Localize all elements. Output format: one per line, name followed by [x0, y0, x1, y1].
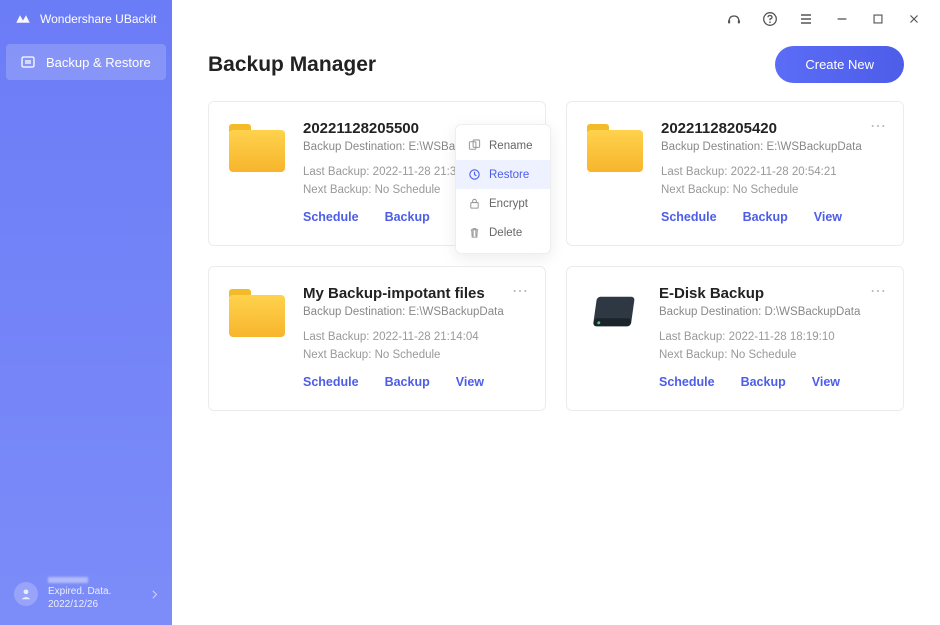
backup-cards-grid: 20221128205500Backup Destination: E:\WSB…	[172, 101, 940, 411]
close-icon[interactable]	[906, 11, 922, 27]
context-menu-label: Delete	[489, 227, 522, 239]
backup-card: 20221128205420 Backup Destination: E:\WSB…	[566, 101, 904, 246]
card-action-view[interactable]: View	[456, 375, 484, 389]
card-action-backup[interactable]: Backup	[743, 210, 788, 224]
context-menu-label: Encrypt	[489, 198, 528, 210]
trash-icon	[468, 226, 481, 239]
folder-icon	[229, 289, 285, 337]
backup-card: E-Disk Backup Backup Destination: D:\WSBa…	[566, 266, 904, 411]
sidebar-item-backup-restore[interactable]: Backup & Restore	[6, 44, 166, 80]
card-next-backup: Next Backup: No Schedule	[659, 346, 883, 364]
folder-icon	[587, 124, 643, 172]
context-menu-label: Restore	[489, 169, 529, 181]
card-title: My Backup-impotant files	[303, 285, 525, 302]
context-menu-label: Rename	[489, 140, 532, 152]
card-meta: Last Backup: 2022-11-28 20:54:21Next Bac…	[661, 163, 883, 200]
card-action-backup[interactable]: Backup	[385, 210, 430, 224]
menu-icon[interactable]	[798, 11, 814, 27]
backup-card: My Backup-impotant files Backup Destinati…	[208, 266, 546, 411]
card-meta: Last Backup: 2022-11-28 18:19:10Next Bac…	[659, 328, 883, 365]
avatar-icon	[14, 582, 38, 606]
card-action-view[interactable]: View	[814, 210, 842, 224]
card-action-schedule[interactable]: Schedule	[659, 375, 715, 389]
account-expiry: Expired. Data. 2022/12/26	[48, 585, 142, 611]
window-titlebar	[172, 0, 940, 38]
card-last-backup: Last Backup: 2022-11-28 18:19:10	[659, 328, 883, 346]
card-destination: Backup Destination: E:\WSBackupData	[661, 141, 883, 153]
brand-logo-icon	[14, 12, 32, 26]
card-action-backup[interactable]: Backup	[741, 375, 786, 389]
card-body: E-Disk Backup Backup Destination: D:\WSBa…	[659, 285, 883, 392]
card-more-icon[interactable]: ⋯	[870, 116, 887, 136]
card-action-backup[interactable]: Backup	[385, 375, 430, 389]
card-actions: Schedule Backup View	[303, 375, 525, 389]
card-last-backup: Last Backup: 2022-11-28 21:14:04	[303, 328, 525, 346]
help-icon[interactable]	[762, 11, 778, 27]
page-title: Backup Manager	[208, 53, 376, 77]
context-menu-rename[interactable]: Rename	[456, 131, 550, 160]
header-row: Backup Manager Create New	[172, 38, 940, 101]
card-more-icon[interactable]: ⋯	[870, 281, 887, 301]
card-action-schedule[interactable]: Schedule	[661, 210, 717, 224]
sidebar: Wondershare UBackit Backup & Restore Exp…	[0, 0, 172, 625]
card-title: 20221128205420	[661, 120, 883, 137]
account-info: Expired. Data. 2022/12/26	[48, 577, 142, 611]
card-action-schedule[interactable]: Schedule	[303, 375, 359, 389]
card-body: 20221128205420 Backup Destination: E:\WSB…	[661, 120, 883, 227]
chevron-right-icon	[152, 590, 158, 599]
backup-restore-icon	[20, 54, 36, 70]
brand: Wondershare UBackit	[0, 0, 172, 44]
support-icon[interactable]	[726, 11, 742, 27]
card-more-icon[interactable]: ⋯	[512, 281, 529, 301]
context-menu-delete[interactable]: Delete	[456, 218, 550, 247]
maximize-icon[interactable]	[870, 11, 886, 27]
context-menu-encrypt[interactable]: Encrypt	[456, 189, 550, 218]
backup-card: 20221128205500Backup Destination: E:\WSB…	[208, 101, 546, 246]
restore-icon	[468, 168, 481, 181]
lock-icon	[468, 197, 481, 210]
brand-name: Wondershare UBackit	[40, 12, 157, 26]
rename-icon	[468, 139, 481, 152]
card-actions: Schedule Backup View	[661, 210, 883, 224]
card-action-view[interactable]: View	[812, 375, 840, 389]
card-actions: Schedule Backup View	[659, 375, 883, 389]
card-meta: Last Backup: 2022-11-28 21:14:04Next Bac…	[303, 328, 525, 365]
context-menu-restore[interactable]: Restore	[456, 160, 550, 189]
card-title: E-Disk Backup	[659, 285, 883, 302]
main-area: Backup Manager Create New 20221128205500…	[172, 0, 940, 625]
card-next-backup: Next Backup: No Schedule	[303, 346, 525, 364]
card-context-menu: Rename Restore Encrypt Delete	[455, 124, 551, 254]
disk-icon	[587, 291, 641, 333]
folder-icon	[229, 124, 285, 172]
card-body: My Backup-impotant files Backup Destinati…	[303, 285, 525, 392]
card-next-backup: Next Backup: No Schedule	[661, 181, 883, 199]
minimize-icon[interactable]	[834, 11, 850, 27]
card-last-backup: Last Backup: 2022-11-28 20:54:21	[661, 163, 883, 181]
card-destination: Backup Destination: E:\WSBackupData	[303, 306, 525, 318]
account-section[interactable]: Expired. Data. 2022/12/26	[0, 563, 172, 625]
account-name-blurred	[48, 577, 88, 583]
create-new-button[interactable]: Create New	[775, 46, 904, 83]
card-destination: Backup Destination: D:\WSBackupData	[659, 306, 883, 318]
card-action-schedule[interactable]: Schedule	[303, 210, 359, 224]
sidebar-item-label: Backup & Restore	[46, 55, 151, 70]
